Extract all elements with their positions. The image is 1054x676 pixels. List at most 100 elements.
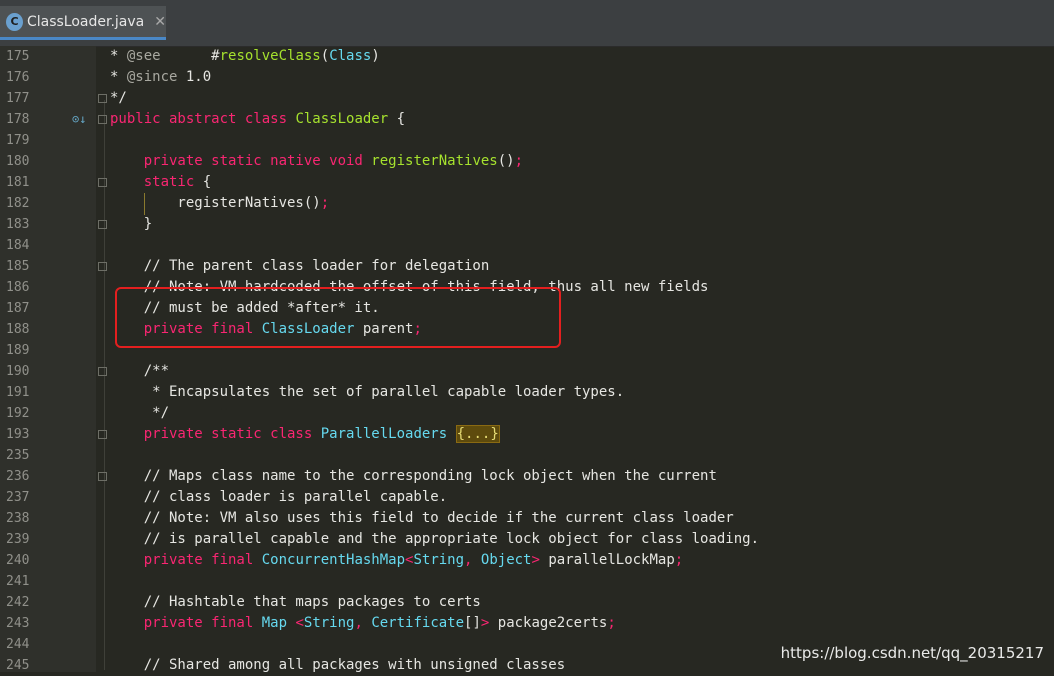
code-line[interactable]: 242 // Hashtable that maps packages to c… xyxy=(0,592,1054,613)
line-number: 190 xyxy=(6,361,46,382)
code-token: * Encapsulates the set of parallel capab… xyxy=(110,384,624,400)
code-line[interactable]: 185 // The parent class loader for deleg… xyxy=(0,256,1054,277)
code-line[interactable]: 235 xyxy=(0,445,1054,466)
code-token: // Note: VM also uses this field to deci… xyxy=(110,510,734,526)
code-line[interactable]: 176* @since 1.0 xyxy=(0,67,1054,88)
close-icon[interactable]: ✕ xyxy=(154,14,166,30)
code-text: private static class ParallelLoaders {..… xyxy=(110,424,500,445)
folded-code-badge[interactable]: {...} xyxy=(456,425,500,443)
line-number: 189 xyxy=(6,340,46,361)
code-line[interactable]: 192 */ xyxy=(0,403,1054,424)
code-line[interactable]: 236 // Maps class name to the correspond… xyxy=(0,466,1054,487)
code-token: * xyxy=(110,69,127,85)
code-token: , xyxy=(464,552,481,568)
code-line[interactable]: 178⊙↓public abstract class ClassLoader { xyxy=(0,109,1054,130)
code-token: < xyxy=(287,615,304,631)
tab-classloader-java[interactable]: C ClassLoader.java ✕ xyxy=(0,6,166,40)
line-number: 243 xyxy=(6,613,46,634)
line-number: 240 xyxy=(6,550,46,571)
line-number: 242 xyxy=(6,592,46,613)
code-token: // class loader is parallel capable. xyxy=(110,489,447,505)
code-token: private final xyxy=(144,615,262,631)
code-token: ( xyxy=(321,48,329,64)
code-line[interactable]: 182 registerNatives(); xyxy=(0,193,1054,214)
watermark: https://blog.csdn.net/qq_20315217 xyxy=(781,644,1044,662)
line-number: 235 xyxy=(6,445,46,466)
code-line[interactable]: 191 * Encapsulates the set of parallel c… xyxy=(0,382,1054,403)
code-token: () xyxy=(498,153,515,169)
line-number: 183 xyxy=(6,214,46,235)
fold-toggle-icon[interactable] xyxy=(98,220,107,229)
code-line[interactable]: 181 static { xyxy=(0,172,1054,193)
code-token: static xyxy=(144,174,195,190)
code-line[interactable]: 241 xyxy=(0,571,1054,592)
line-number: 179 xyxy=(6,130,46,151)
code-line[interactable]: 190 /** xyxy=(0,361,1054,382)
line-number: 192 xyxy=(6,403,46,424)
code-token: /** xyxy=(110,363,169,379)
code-token: @since xyxy=(127,69,178,85)
code-text: // is parallel capable and the appropria… xyxy=(110,529,759,550)
line-number: 182 xyxy=(6,193,46,214)
line-number: 184 xyxy=(6,235,46,256)
code-line[interactable]: 240 private final ConcurrentHashMap<Stri… xyxy=(0,550,1054,571)
code-line[interactable]: 177*/ xyxy=(0,88,1054,109)
line-number: 193 xyxy=(6,424,46,445)
line-number: 180 xyxy=(6,151,46,172)
code-token: ; xyxy=(607,615,615,631)
line-number: 187 xyxy=(6,298,46,319)
fold-toggle-icon[interactable] xyxy=(98,472,107,481)
code-editor[interactable]: 175* @see #resolveClass(Class)176* @sinc… xyxy=(0,46,1054,676)
line-number: 239 xyxy=(6,529,46,550)
fold-toggle-icon[interactable] xyxy=(98,367,107,376)
code-line[interactable]: 238 // Note: VM also uses this field to … xyxy=(0,508,1054,529)
code-line[interactable]: 179 xyxy=(0,130,1054,151)
editor-tab-bar: C ClassLoader.java ✕ xyxy=(0,0,1054,47)
code-token: ; xyxy=(515,153,523,169)
highlight-annotation-box xyxy=(115,287,561,348)
code-text: } xyxy=(110,214,152,235)
overridden-method-icon[interactable]: ⊙↓ xyxy=(72,109,88,130)
code-line[interactable]: 243 private final Map <String, Certifica… xyxy=(0,613,1054,634)
line-number: 238 xyxy=(6,508,46,529)
fold-toggle-icon[interactable] xyxy=(98,178,107,187)
code-line[interactable]: 175* @see #resolveClass(Class) xyxy=(0,46,1054,67)
code-token: */ xyxy=(110,405,169,421)
code-token: // The parent class loader for delegatio… xyxy=(110,258,489,274)
line-number: 181 xyxy=(6,172,46,193)
fold-toggle-icon[interactable] xyxy=(98,430,107,439)
fold-toggle-icon[interactable] xyxy=(98,262,107,271)
code-line[interactable]: 193 private static class ParallelLoaders… xyxy=(0,424,1054,445)
code-token: // is parallel capable and the appropria… xyxy=(110,531,759,547)
code-token: ClassLoader xyxy=(295,111,388,127)
tab-label: ClassLoader.java xyxy=(27,14,144,30)
code-token: String xyxy=(413,552,464,568)
code-token: Certificate xyxy=(371,615,464,631)
code-token: // Shared among all packages with unsign… xyxy=(110,657,565,673)
fold-toggle-icon[interactable] xyxy=(98,115,107,124)
code-line[interactable]: 184 xyxy=(0,235,1054,256)
code-line[interactable]: 239 // is parallel capable and the appro… xyxy=(0,529,1054,550)
code-text: */ xyxy=(110,403,169,424)
code-token xyxy=(110,153,144,169)
code-token: ) xyxy=(371,48,379,64)
code-token xyxy=(110,426,144,442)
fold-toggle-icon[interactable] xyxy=(98,94,107,103)
code-line[interactable]: 237 // class loader is parallel capable. xyxy=(0,487,1054,508)
code-token: public abstract class xyxy=(110,111,295,127)
code-token: [] xyxy=(464,615,481,631)
code-text: * @see #resolveClass(Class) xyxy=(110,46,380,67)
code-line[interactable]: 183 } xyxy=(0,214,1054,235)
code-text: // Maps class name to the corresponding … xyxy=(110,466,717,487)
code-token xyxy=(110,174,144,190)
code-text: // Shared among all packages with unsign… xyxy=(110,655,565,676)
code-text: // Note: VM also uses this field to deci… xyxy=(110,508,734,529)
code-text: // class loader is parallel capable. xyxy=(110,487,447,508)
code-token: Map xyxy=(262,615,287,631)
code-token: { xyxy=(194,174,211,190)
code-token: } xyxy=(110,216,152,232)
code-line[interactable]: 180 private static native void registerN… xyxy=(0,151,1054,172)
code-token: */ xyxy=(110,90,127,106)
line-number: 191 xyxy=(6,382,46,403)
code-token: registerNatives() xyxy=(110,195,321,211)
